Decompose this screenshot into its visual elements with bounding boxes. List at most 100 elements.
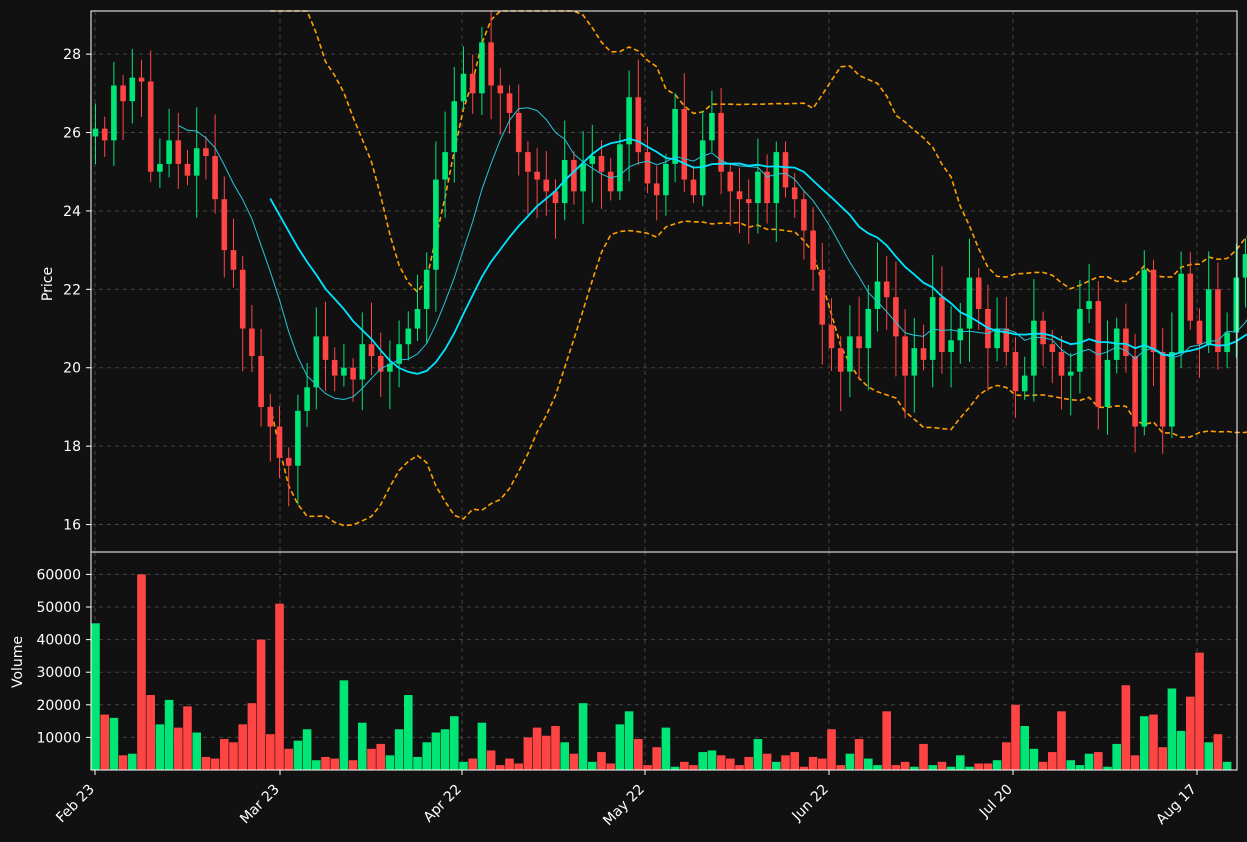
volume-bar-40 bbox=[459, 761, 468, 770]
volume-bar-9 bbox=[174, 727, 183, 770]
candle-body-123 bbox=[1224, 332, 1230, 353]
volume-bar-111 bbox=[1112, 743, 1121, 770]
volume-bar-80 bbox=[827, 729, 836, 770]
candle-body-52 bbox=[571, 159, 577, 192]
candle-body-72 bbox=[755, 171, 761, 204]
candle-body-94 bbox=[957, 328, 964, 341]
volume-bar-83 bbox=[854, 739, 864, 770]
volume-bar-86 bbox=[882, 711, 891, 770]
candle-body-56 bbox=[607, 171, 614, 192]
volume-bar-120 bbox=[1195, 652, 1204, 770]
candle-body-118 bbox=[1178, 273, 1184, 353]
volume-bar-0 bbox=[91, 623, 100, 770]
candle-body-82 bbox=[847, 336, 853, 372]
candle-body-113 bbox=[1132, 355, 1138, 427]
candle-body-15 bbox=[230, 250, 237, 270]
candle-body-9 bbox=[175, 140, 182, 164]
candle-body-58 bbox=[626, 97, 632, 145]
volume-bar-91 bbox=[928, 765, 937, 770]
candle-body-23 bbox=[304, 387, 310, 411]
volume-bar-104 bbox=[1048, 752, 1057, 770]
candle-body-116 bbox=[1159, 352, 1166, 427]
candle-body-3 bbox=[120, 85, 126, 102]
volume-bar-38 bbox=[440, 729, 450, 770]
candle-body-90 bbox=[920, 348, 927, 360]
candle-body-1 bbox=[101, 128, 108, 141]
volume-bar-121 bbox=[1204, 742, 1213, 770]
volume-bar-82 bbox=[845, 753, 855, 770]
candle-body-47 bbox=[525, 152, 531, 172]
candle-body-43 bbox=[488, 42, 494, 86]
candle-body-55 bbox=[598, 156, 605, 172]
volume-bar-73 bbox=[762, 753, 772, 770]
candle-body-53 bbox=[580, 163, 586, 192]
candle-body-0 bbox=[92, 128, 99, 137]
volume-bar-66 bbox=[698, 752, 707, 770]
candle-body-119 bbox=[1187, 273, 1194, 321]
candle-body-22 bbox=[295, 410, 301, 466]
volume-bar-64 bbox=[680, 761, 689, 770]
volume-bar-56 bbox=[606, 763, 615, 770]
candle-body-79 bbox=[819, 269, 826, 325]
volume-tick-label-5: 60000 bbox=[36, 567, 81, 583]
volume-bar-51 bbox=[560, 742, 569, 770]
volume-bar-116 bbox=[1158, 747, 1167, 770]
volume-bar-7 bbox=[155, 724, 165, 770]
volume-bar-35 bbox=[413, 756, 422, 770]
volume-bar-78 bbox=[808, 756, 818, 770]
volume-bar-102 bbox=[1029, 748, 1039, 770]
volume-bar-14 bbox=[220, 739, 229, 770]
volume-bar-46 bbox=[514, 763, 523, 770]
candle-body-35 bbox=[414, 308, 421, 329]
volume-bar-23 bbox=[302, 729, 312, 770]
candle-body-18 bbox=[258, 355, 264, 407]
candle-body-93 bbox=[948, 340, 954, 353]
volume-bar-30 bbox=[367, 748, 376, 770]
volume-bar-92 bbox=[937, 761, 947, 770]
candle-body-92 bbox=[939, 297, 945, 353]
volume-bar-12 bbox=[201, 756, 211, 770]
candle-body-19 bbox=[267, 406, 274, 427]
volume-bar-31 bbox=[376, 743, 385, 770]
volume-bar-62 bbox=[661, 727, 671, 770]
candle-body-8 bbox=[166, 140, 172, 164]
candle-body-42 bbox=[479, 42, 485, 94]
volume-bar-33 bbox=[394, 729, 404, 770]
candle-body-80 bbox=[828, 324, 835, 349]
candle-body-54 bbox=[589, 156, 596, 164]
volume-bar-97 bbox=[983, 763, 993, 770]
candle-body-117 bbox=[1169, 352, 1175, 427]
volume-bar-47 bbox=[523, 737, 533, 770]
candle-body-16 bbox=[239, 269, 246, 329]
volume-bar-4 bbox=[128, 753, 137, 770]
volume-bar-108 bbox=[1084, 753, 1094, 770]
candle-body-48 bbox=[534, 171, 540, 180]
volume-bar-70 bbox=[735, 765, 744, 770]
volume-bar-98 bbox=[992, 760, 1002, 770]
candle-body-67 bbox=[709, 112, 715, 141]
candle-body-4 bbox=[129, 77, 136, 102]
volume-bar-119 bbox=[1186, 696, 1195, 770]
volume-tick-label-0: 10000 bbox=[36, 730, 81, 746]
candle-body-10 bbox=[184, 163, 191, 176]
candle-body-2 bbox=[111, 85, 117, 141]
candle-body-95 bbox=[966, 277, 973, 329]
volume-bar-28 bbox=[348, 760, 358, 770]
volume-bar-15 bbox=[229, 742, 238, 770]
candle-body-63 bbox=[672, 109, 678, 164]
volume-bar-57 bbox=[615, 724, 625, 770]
volume-bar-122 bbox=[1213, 734, 1223, 770]
volume-bar-36 bbox=[422, 742, 431, 770]
volume-bar-107 bbox=[1075, 765, 1085, 770]
candle-body-29 bbox=[359, 344, 366, 380]
candle-body-20 bbox=[276, 426, 283, 458]
candle-body-44 bbox=[497, 85, 504, 94]
candle-body-11 bbox=[193, 148, 200, 176]
volume-bar-60 bbox=[643, 765, 652, 770]
candle-body-110 bbox=[1104, 359, 1111, 407]
candle-body-108 bbox=[1086, 301, 1092, 309]
candle-body-89 bbox=[911, 348, 918, 376]
volume-bar-24 bbox=[312, 760, 321, 770]
candle-body-124 bbox=[1233, 277, 1240, 333]
volume-tick-label-1: 20000 bbox=[36, 698, 81, 714]
